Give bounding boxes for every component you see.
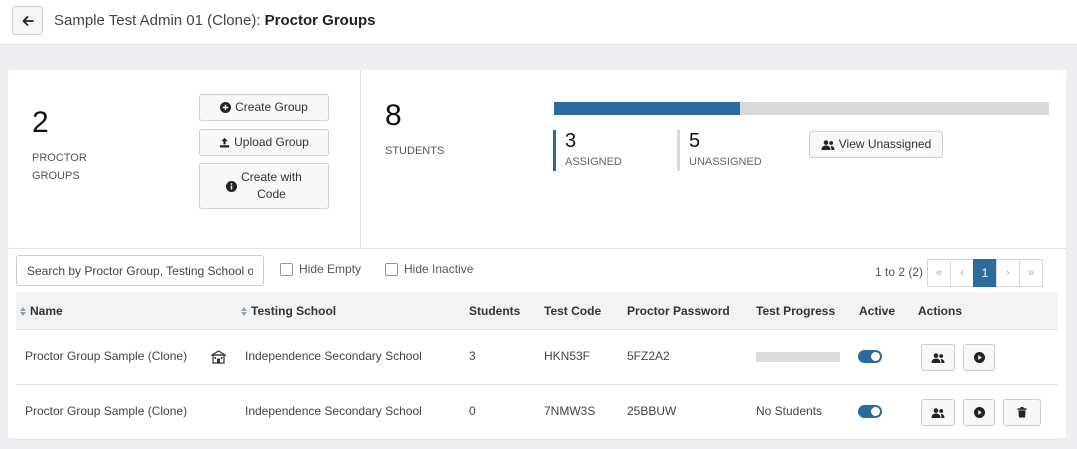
students-count-cell: 0 <box>469 404 476 418</box>
delete-group-button[interactable] <box>1003 399 1041 426</box>
hide-empty-label: Hide Empty <box>299 262 362 276</box>
test-progress-text: No Students <box>756 404 823 418</box>
create-with-code-label-line2: Code <box>257 187 286 201</box>
first-page-button[interactable]: « <box>927 259 951 287</box>
table-row[interactable]: Proctor Group Sample (Clone) Independenc… <box>16 385 1058 440</box>
unassigned-stat: 5 UNASSIGNED <box>677 130 762 171</box>
info-circle-icon <box>226 180 238 192</box>
hide-empty-box[interactable] <box>280 262 293 276</box>
students-label: STUDENTS <box>385 145 445 157</box>
active-toggle[interactable] <box>858 405 882 418</box>
test-code: HKN53F <box>544 349 591 363</box>
table-row[interactable]: Proctor Group Sample (Clone) Independenc… <box>16 330 1058 385</box>
trash-icon <box>1017 407 1027 418</box>
play-circle-icon <box>973 407 985 418</box>
upload-icon <box>220 137 230 148</box>
create-group-button[interactable]: Create Group <box>199 94 329 121</box>
hide-inactive-checkbox[interactable]: Hide Inactive <box>385 262 473 276</box>
students-count-cell: 3 <box>469 349 476 363</box>
proctor-groups-card: 2 PROCTOR GROUPS Create Group Upload Grou… <box>8 70 1066 440</box>
page-title-prefix: Sample Test Admin 01 (Clone): <box>54 12 265 29</box>
manage-students-button[interactable] <box>921 344 955 371</box>
prev-page-button[interactable]: ‹ <box>950 259 974 287</box>
sort-icon <box>241 306 247 316</box>
last-page-button[interactable]: » <box>1019 259 1043 287</box>
next-page-button[interactable]: › <box>996 259 1020 287</box>
pagination-info: 1 to 2 (2) <box>875 265 924 279</box>
test-progress-bar <box>756 352 840 362</box>
groups-summary: 2 PROCTOR GROUPS Create Group Upload Grou… <box>8 70 361 248</box>
testing-school: Independence Secondary School <box>245 349 422 363</box>
proctor-password: 5FZ2A2 <box>627 349 670 363</box>
view-unassigned-label: View Unassigned <box>838 137 932 151</box>
active-toggle[interactable] <box>858 350 882 363</box>
hide-inactive-label: Hide Inactive <box>404 262 474 276</box>
groups-count: 2 <box>32 106 49 139</box>
school-building-icon <box>211 350 226 364</box>
page-1-button[interactable]: 1 <box>973 259 997 287</box>
upload-group-label: Upload Group <box>234 135 309 149</box>
col-school-header[interactable]: Testing School <box>241 304 336 318</box>
group-name[interactable]: Proctor Group Sample (Clone) <box>25 404 187 418</box>
section-divider <box>8 248 1066 249</box>
col-active-header: Active <box>859 304 896 318</box>
view-unassigned-button[interactable]: View Unassigned <box>809 131 943 158</box>
arrow-left-icon <box>22 15 34 26</box>
create-with-code-label-line1: Create with <box>241 170 302 184</box>
col-name-label: Name <box>30 304 63 318</box>
unassigned-label: UNASSIGNED <box>689 156 762 168</box>
table-header: Name Testing School Students Test Code P… <box>16 292 1058 330</box>
assigned-stat: 3 ASSIGNED <box>553 130 622 171</box>
test-code: 7NMW3S <box>544 404 596 418</box>
plus-circle-icon <box>220 102 232 113</box>
students-count: 8 <box>385 99 402 132</box>
assigned-count: 3 <box>565 130 577 152</box>
users-icon <box>931 407 945 418</box>
start-session-button[interactable] <box>963 399 995 426</box>
create-with-code-button[interactable]: Create with Code <box>199 163 329 209</box>
unassigned-count: 5 <box>689 130 701 152</box>
users-icon <box>821 139 835 150</box>
col-password-header: Proctor Password <box>627 304 730 318</box>
groups-label: PROCTOR GROUPS <box>32 149 87 185</box>
sort-icon <box>20 306 26 316</box>
col-name-header[interactable]: Name <box>20 304 63 318</box>
page-title: Sample Test Admin 01 (Clone): Proctor Gr… <box>54 12 376 29</box>
groups-label-line2: GROUPS <box>32 170 80 182</box>
group-name[interactable]: Proctor Group Sample (Clone) <box>25 349 187 363</box>
assigned-label: ASSIGNED <box>565 156 622 168</box>
col-actions-header: Actions <box>918 304 963 318</box>
search-input[interactable] <box>16 255 264 286</box>
page-title-bold: Proctor Groups <box>264 12 376 29</box>
manage-students-button[interactable] <box>921 399 955 426</box>
col-students-header: Students <box>469 304 521 318</box>
groups-label-line1: PROCTOR <box>32 152 87 164</box>
toggle-knob <box>871 352 880 361</box>
col-progress-header: Test Progress <box>756 304 836 318</box>
back-button[interactable] <box>12 6 43 35</box>
top-bar: Sample Test Admin 01 (Clone): Proctor Gr… <box>0 0 1077 45</box>
play-circle-icon <box>973 352 985 363</box>
hide-empty-checkbox[interactable]: Hide Empty <box>280 262 361 276</box>
assigned-fill <box>554 102 740 115</box>
col-school-label: Testing School <box>251 304 337 318</box>
toggle-knob <box>871 407 880 416</box>
start-session-button[interactable] <box>963 344 995 371</box>
assignment-progress-bar <box>554 102 1049 115</box>
create-group-label: Create Group <box>235 100 308 114</box>
testing-school: Independence Secondary School <box>245 404 422 418</box>
hide-inactive-box[interactable] <box>385 262 398 276</box>
create-with-code-label: Create with Code <box>241 169 302 203</box>
pagination: « ‹ 1 › » <box>927 259 1043 287</box>
col-test-code-header: Test Code <box>544 304 602 318</box>
users-icon <box>931 352 945 363</box>
proctor-password: 25BBUW <box>627 404 677 418</box>
upload-group-button[interactable]: Upload Group <box>199 129 329 156</box>
